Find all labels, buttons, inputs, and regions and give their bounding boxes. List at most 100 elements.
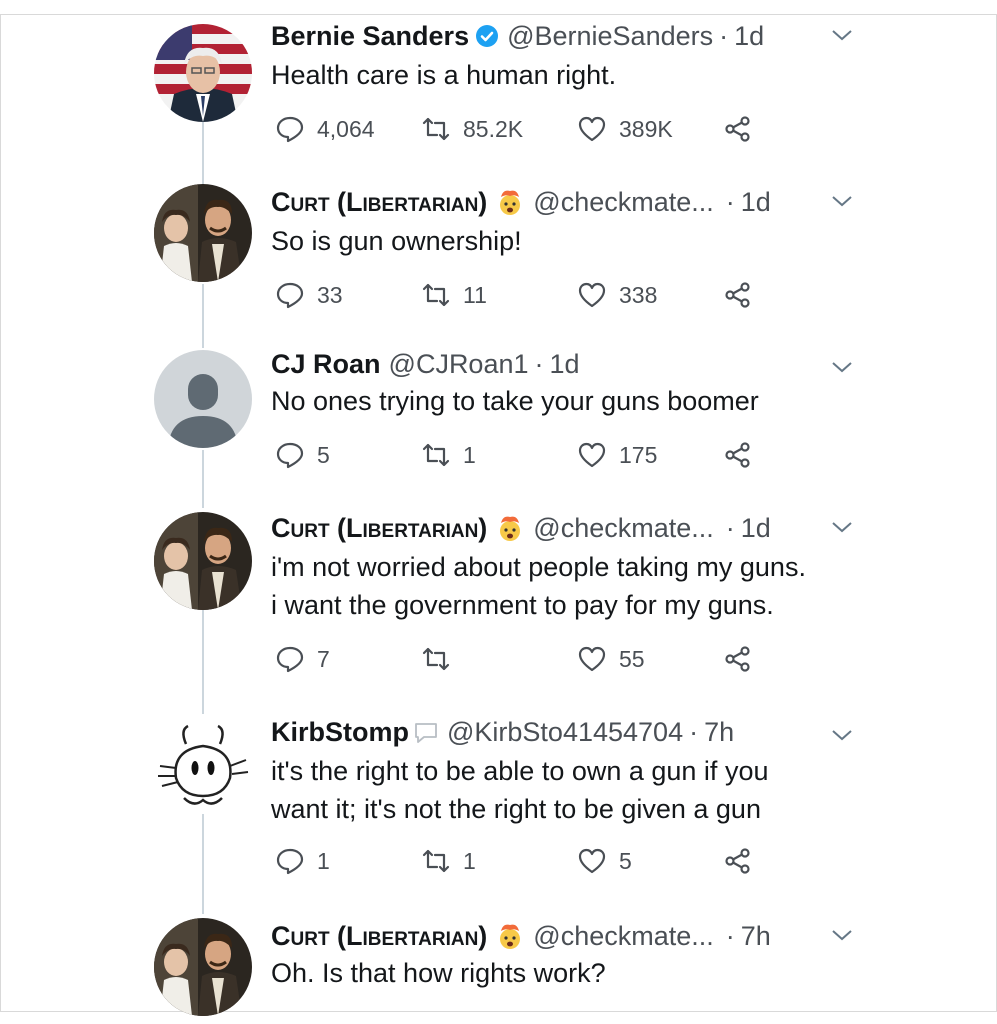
tweet-text: i'm not worried about people taking my g… xyxy=(271,548,806,624)
chevron-down-icon[interactable] xyxy=(828,190,856,212)
reply-count: 4,064 xyxy=(317,115,375,142)
display-name[interactable]: Curt (Libertarian) xyxy=(271,921,487,952)
handle[interactable]: @KirbSto41454704 xyxy=(447,717,683,748)
avatar-image xyxy=(154,24,252,122)
avatar-image xyxy=(154,512,252,610)
share-icon xyxy=(725,442,750,468)
like-count: 5 xyxy=(619,847,632,874)
tweet-text: So is gun ownership! xyxy=(271,222,522,260)
tweet-header: Curt (Libertarian) @checkmate... · 7h xyxy=(271,916,771,956)
heart-icon xyxy=(578,442,606,468)
display-name[interactable]: KirbStomp xyxy=(271,717,409,748)
tweet-text: Health care is a human right. xyxy=(271,56,616,94)
retweet-button[interactable]: 85.2K xyxy=(421,112,523,146)
heart-icon xyxy=(578,646,606,672)
timestamp[interactable]: 1d xyxy=(550,349,580,380)
timestamp[interactable]: 7h xyxy=(741,921,771,952)
share-icon xyxy=(725,282,750,308)
share-icon xyxy=(725,646,750,672)
reply-button[interactable]: 7 xyxy=(275,642,330,676)
chevron-down-icon[interactable] xyxy=(828,516,856,538)
share-button[interactable] xyxy=(723,438,765,472)
separator-dot: · xyxy=(534,348,544,379)
timestamp[interactable]: 7h xyxy=(704,717,734,748)
reply-button[interactable]: 5 xyxy=(275,438,330,472)
exploding-head-emoji xyxy=(500,190,521,215)
handle[interactable]: @CJRoan1 xyxy=(389,349,529,380)
avatar[interactable] xyxy=(154,512,252,610)
speech-bubble-icon xyxy=(415,723,437,743)
tweet-text: No ones trying to take your guns boomer xyxy=(271,382,759,420)
avatar-image xyxy=(154,184,252,282)
retweet-count: 1 xyxy=(463,441,476,468)
like-button[interactable]: 175 xyxy=(577,438,657,472)
reply-count: 33 xyxy=(317,281,343,308)
retweet-button[interactable]: 11 xyxy=(421,278,487,312)
retweet-count: 1 xyxy=(463,847,476,874)
reply-icon xyxy=(276,116,304,143)
tweet[interactable]: Curt (Libertarian) @checkmate... · 1d i'… xyxy=(0,508,997,698)
display-name[interactable]: Bernie Sanders xyxy=(271,21,469,52)
tweet[interactable]: Bernie Sanders @BernieSanders · 1d Healt… xyxy=(0,16,997,166)
reply-button[interactable]: 4,064 xyxy=(275,112,375,146)
avatar[interactable] xyxy=(154,918,252,1016)
tweet[interactable]: CJ Roan @CJRoan1 · 1d No ones trying to … xyxy=(0,344,997,494)
tweet-text-line: So is gun ownership! xyxy=(271,226,522,256)
share-icon xyxy=(725,116,750,142)
retweet-button[interactable]: 1 xyxy=(421,438,476,472)
heart-icon xyxy=(578,848,606,874)
avatar[interactable] xyxy=(154,184,252,282)
tweet[interactable]: KirbStomp @KirbSto41454704 · 7h it's the… xyxy=(0,712,997,902)
retweet-icon xyxy=(422,647,450,671)
chevron-down-icon[interactable] xyxy=(828,724,856,746)
like-button[interactable]: 338 xyxy=(577,278,657,312)
reply-icon xyxy=(276,646,304,673)
tweet-text-line: i'm not worried about people taking my g… xyxy=(271,552,806,582)
display-name[interactable]: Curt (Libertarian) xyxy=(271,513,487,544)
separator-dot: · xyxy=(725,512,735,543)
heart-icon xyxy=(578,116,606,142)
timestamp[interactable]: 1d xyxy=(734,21,764,52)
timestamp[interactable]: 1d xyxy=(741,513,771,544)
like-button[interactable]: 5 xyxy=(577,844,632,878)
reply-icon xyxy=(276,848,304,875)
handle[interactable]: @checkmate... xyxy=(533,513,713,544)
chevron-down-icon[interactable] xyxy=(828,924,856,946)
handle[interactable]: @BernieSanders xyxy=(507,21,713,52)
exploding-head-emoji xyxy=(500,924,521,949)
like-button[interactable]: 55 xyxy=(577,642,645,676)
share-button[interactable] xyxy=(723,844,765,878)
tweet[interactable]: Curt (Libertarian) @checkmate... · 1d So… xyxy=(0,182,997,332)
share-button[interactable] xyxy=(723,642,765,676)
like-count: 55 xyxy=(619,645,645,672)
verified-badge-icon xyxy=(476,25,499,47)
reply-button[interactable]: 1 xyxy=(275,844,330,878)
avatar[interactable] xyxy=(154,350,252,448)
share-button[interactable] xyxy=(723,112,765,146)
tweet-text: it's the right to be able to own a gun i… xyxy=(271,752,768,828)
heart-icon xyxy=(578,282,606,308)
reply-button[interactable]: 33 xyxy=(275,278,343,312)
like-button[interactable]: 389K xyxy=(577,112,673,146)
reply-count: 1 xyxy=(317,847,330,874)
timestamp[interactable]: 1d xyxy=(741,187,771,218)
chevron-down-icon[interactable] xyxy=(828,356,856,378)
action-bar: 33 11 338 xyxy=(271,278,771,312)
tweet-text-line: Oh. Is that how rights work? xyxy=(271,958,606,988)
chevron-down-icon[interactable] xyxy=(828,24,856,46)
avatar[interactable] xyxy=(154,716,252,814)
handle[interactable]: @checkmate... xyxy=(533,921,713,952)
display-name[interactable]: Curt (Libertarian) xyxy=(271,187,487,218)
share-button[interactable] xyxy=(723,278,765,312)
tweet[interactable]: Curt (Libertarian) @checkmate... · 7h Oh… xyxy=(0,916,997,1016)
tweet-text-line: i want the government to pay for my guns… xyxy=(271,590,774,620)
display-name[interactable]: CJ Roan xyxy=(271,349,381,380)
avatar[interactable] xyxy=(154,24,252,122)
action-bar: 7 55 xyxy=(271,642,771,676)
retweet-button[interactable]: 1 xyxy=(421,844,476,878)
reply-icon xyxy=(276,282,304,309)
handle[interactable]: @checkmate... xyxy=(533,187,713,218)
reply-count: 5 xyxy=(317,441,330,468)
retweet-button[interactable] xyxy=(421,642,463,676)
like-count: 389K xyxy=(619,115,673,142)
